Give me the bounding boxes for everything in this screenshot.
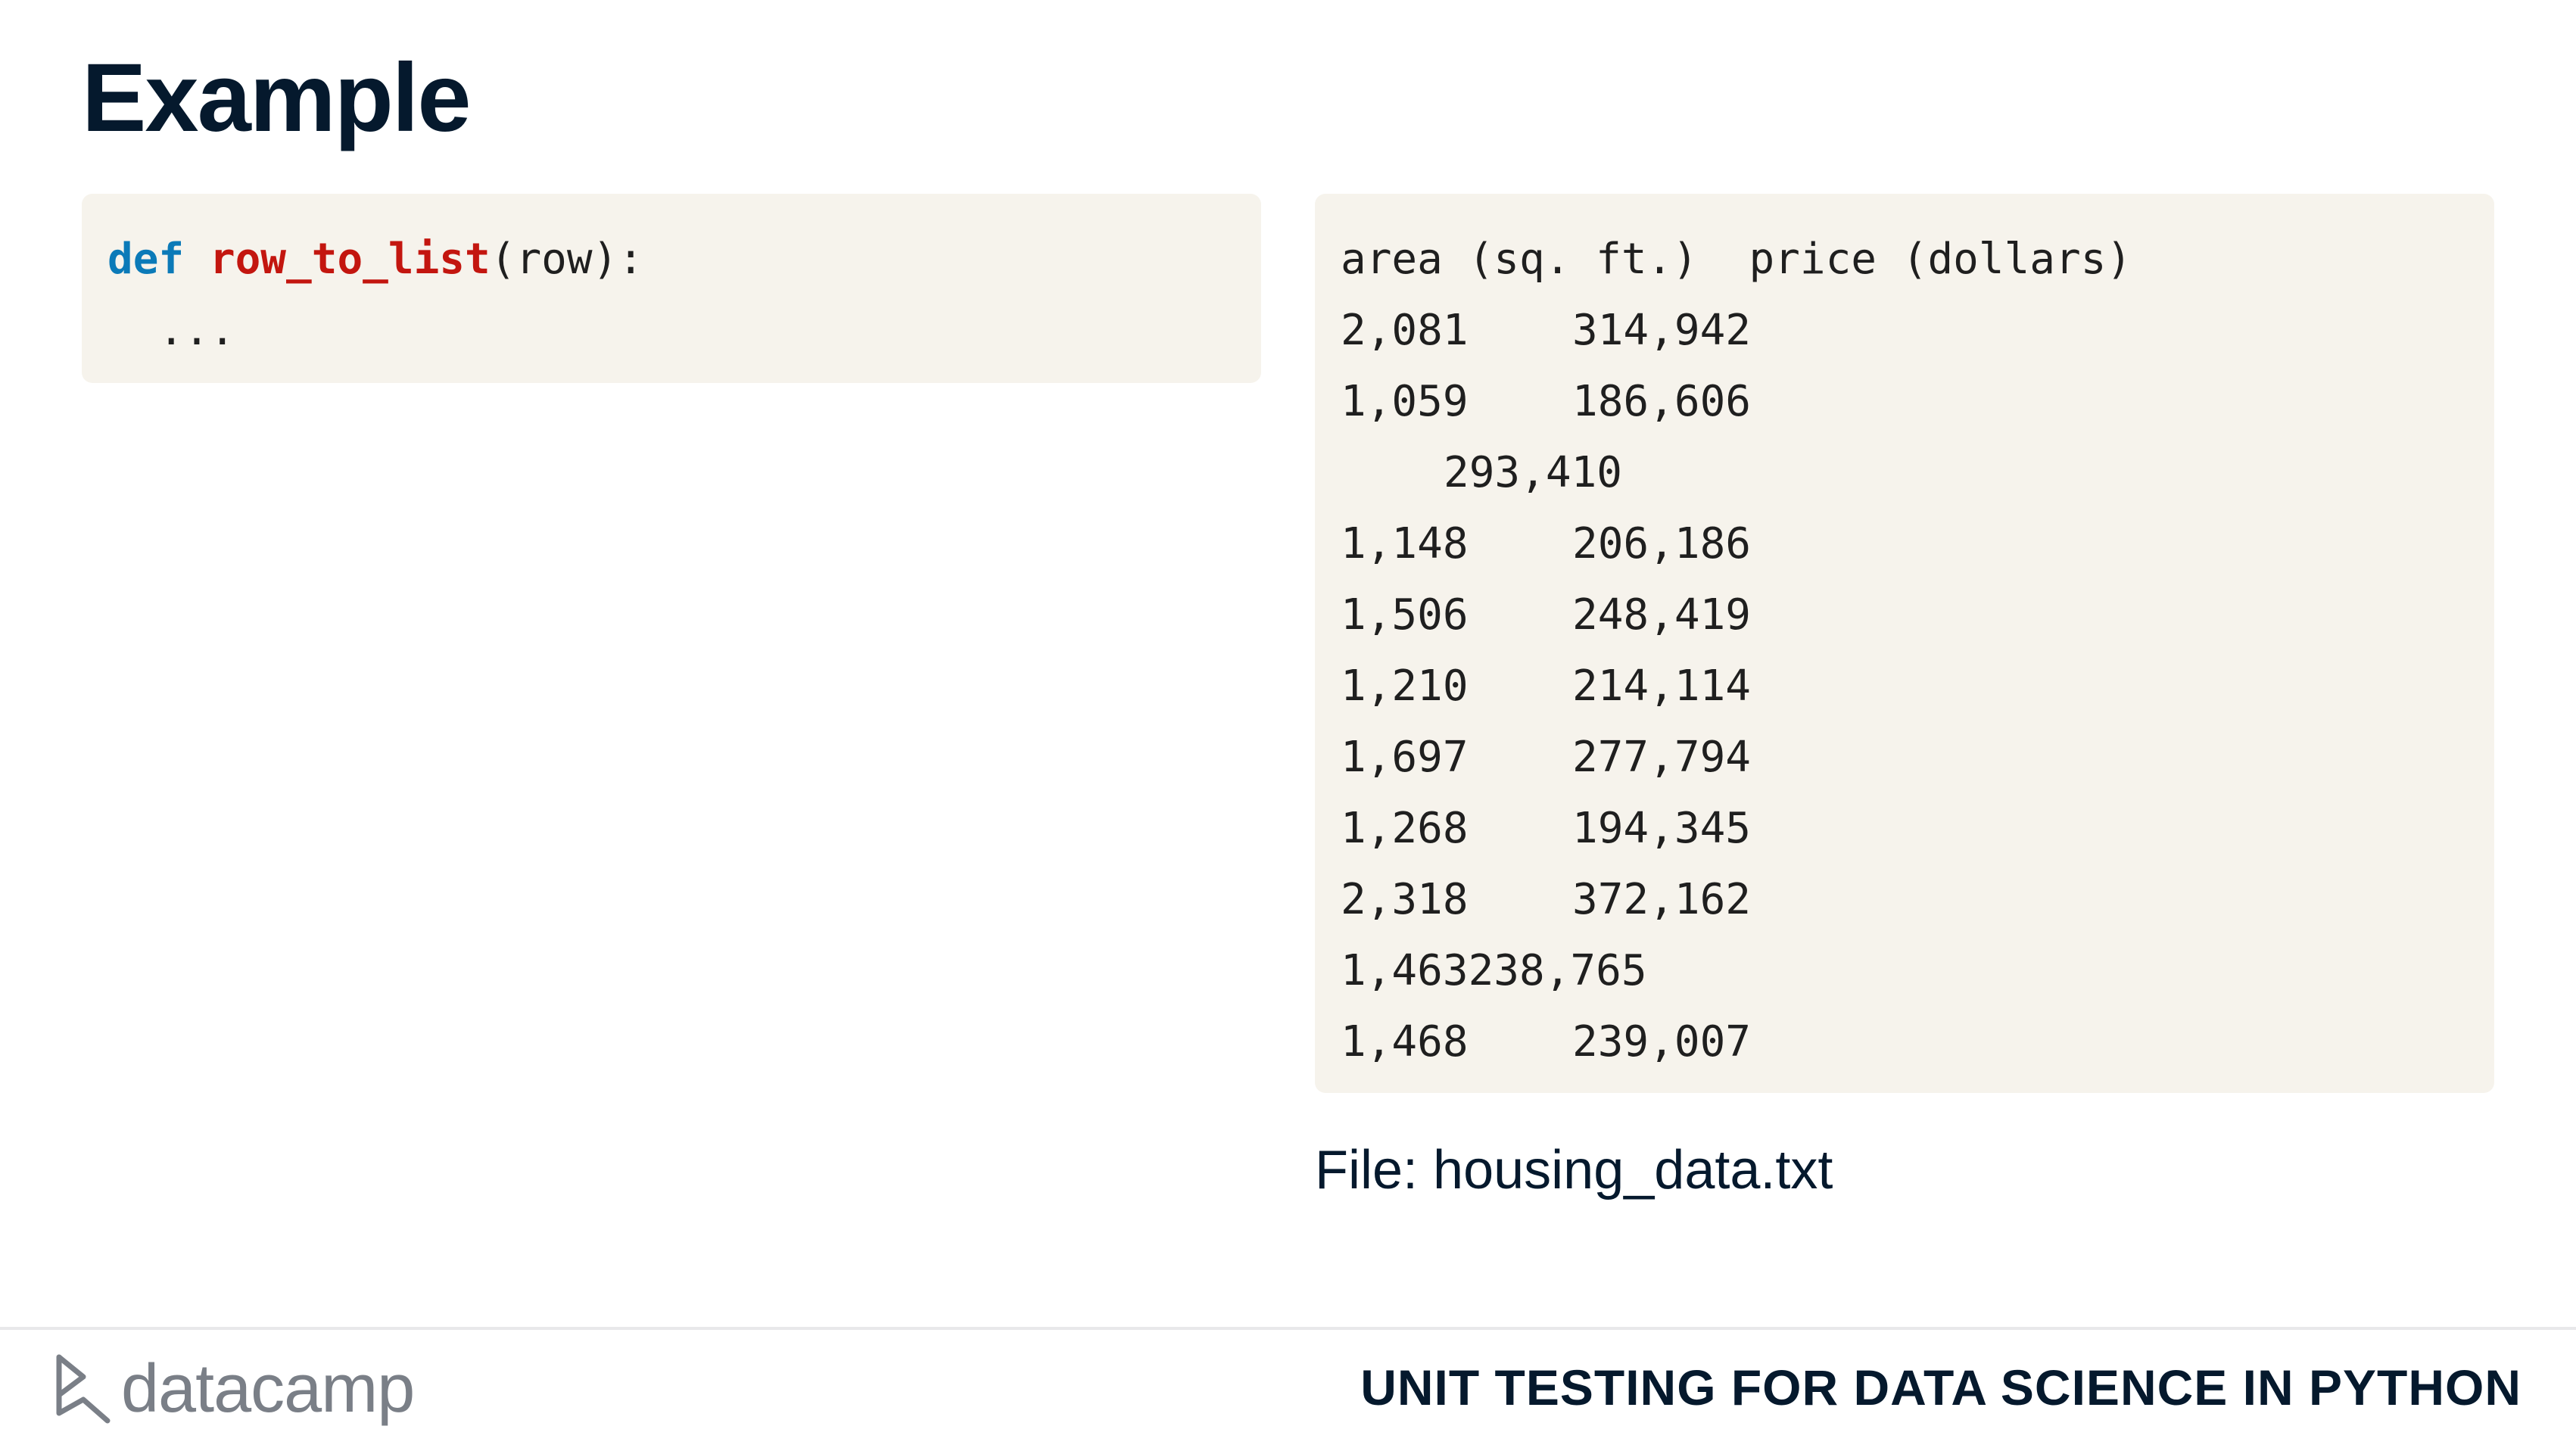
- data-area: 1,697: [1341, 733, 1469, 782]
- data-area: 1,506: [1341, 590, 1469, 640]
- data-row: 1,697 277,794: [1341, 722, 2494, 793]
- code-line-body: ...: [107, 306, 235, 355]
- data-row: 2,081 314,942: [1341, 295, 2494, 366]
- code-block-data-file: area (sq. ft.) price (dollars) 2,081 314…: [1315, 194, 2494, 1093]
- code-block-function: def row_to_list(row): ...: [82, 194, 1261, 383]
- file-caption: File: housing_data.txt: [1315, 1140, 1833, 1200]
- data-price: 214,114: [1572, 662, 1752, 711]
- data-row: 2,318 372,162: [1341, 864, 2494, 936]
- course-title: UNIT TESTING FOR DATA SCIENCE IN PYTHON: [1360, 1359, 2521, 1415]
- data-row: 1,148 206,186: [1341, 509, 2494, 580]
- data-area: 1,468: [1341, 1017, 1469, 1066]
- data-area: 1,210: [1341, 662, 1469, 711]
- datacamp-logo-icon: [56, 1354, 111, 1424]
- data-raw: 1,463238,765: [1341, 946, 1647, 995]
- data-price: 314,942: [1572, 306, 1752, 355]
- data-area: 2,318: [1341, 875, 1469, 924]
- data-area: 1,148: [1341, 519, 1469, 568]
- function-name: row_to_list: [209, 235, 491, 284]
- keyword-def: def: [107, 235, 185, 284]
- datacamp-wordmark: datacamp: [121, 1350, 415, 1427]
- data-row-malformed: 1,463238,765: [1341, 936, 2494, 1007]
- data-price: 372,162: [1572, 875, 1752, 924]
- data-area: 1,059: [1341, 377, 1469, 426]
- data-area: 1,268: [1341, 804, 1469, 853]
- data-row: 1,268 194,345: [1341, 793, 2494, 864]
- data-price: 206,186: [1572, 519, 1752, 568]
- data-row: 1,059 186,606: [1341, 366, 2494, 437]
- data-row-missing-area: 293,410: [1341, 437, 2494, 509]
- data-price: 194,345: [1572, 804, 1752, 853]
- slide-title: Example: [82, 44, 471, 152]
- datacamp-logo: datacamp: [53, 1347, 415, 1431]
- data-row: 1,468 239,007: [1341, 1007, 2494, 1078]
- footer-divider: [0, 1327, 2576, 1330]
- data-price: 277,794: [1572, 733, 1752, 782]
- data-price: 293,410: [1444, 448, 1623, 497]
- data-price: 239,007: [1572, 1017, 1752, 1066]
- data-row: 1,506 248,419: [1341, 580, 2494, 651]
- data-price: 186,606: [1572, 377, 1752, 426]
- function-signature: (row):: [490, 235, 644, 284]
- data-header: area (sq. ft.) price (dollars): [1341, 235, 2132, 284]
- data-row: 1,210 214,114: [1341, 651, 2494, 722]
- data-price: 248,419: [1572, 590, 1752, 640]
- code-line-def: def row_to_list(row):: [107, 224, 1261, 295]
- data-area: 2,081: [1341, 306, 1469, 355]
